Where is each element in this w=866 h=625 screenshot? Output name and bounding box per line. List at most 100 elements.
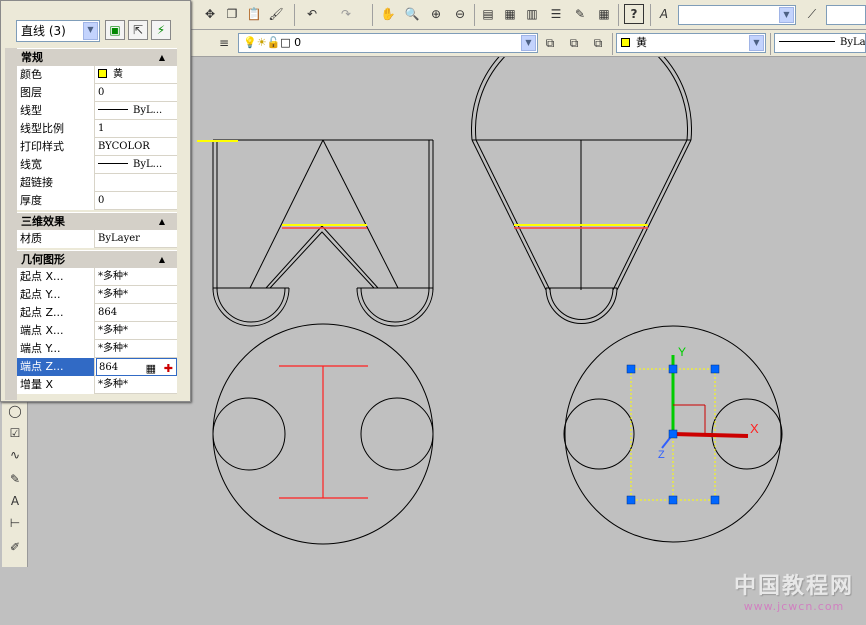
- property-row[interactable]: 起点 Y... *多种*: [17, 286, 177, 304]
- property-row[interactable]: 厚度 0: [17, 192, 177, 210]
- chevron-down-icon[interactable]: ▼: [83, 22, 98, 40]
- chevron-down-icon[interactable]: ▼: [749, 35, 764, 51]
- property-value[interactable]: *多种*: [96, 376, 177, 394]
- text-style-icon[interactable]: A: [654, 4, 674, 24]
- property-row[interactable]: 增量 X *多种*: [17, 376, 177, 394]
- property-row[interactable]: 图层 0: [17, 84, 177, 102]
- property-row[interactable]: 端点 Z... 864 ▦ ✚: [17, 358, 177, 376]
- linetype-preview: [98, 163, 128, 164]
- property-value[interactable]: 1: [96, 120, 177, 138]
- paste-icon[interactable]: 📋: [244, 4, 264, 24]
- left-funnel-shape[interactable]: [212, 139, 434, 327]
- property-row[interactable]: 打印样式 BYCOLOR: [17, 138, 177, 156]
- quick-select-icon[interactable]: ⚡: [151, 20, 171, 40]
- chevron-down-icon[interactable]: ▼: [521, 35, 536, 51]
- property-value-text: ByL...: [133, 159, 163, 170]
- category-header[interactable]: 常规 ▲: [17, 48, 177, 66]
- properties-icon[interactable]: ▤: [478, 4, 498, 24]
- help-icon[interactable]: ?: [624, 4, 644, 24]
- pan-icon[interactable]: ✥: [200, 4, 220, 24]
- ucs-z-label: Z: [658, 449, 665, 461]
- circle-tool-icon[interactable]: ◯: [5, 401, 25, 421]
- dim-style-icon[interactable]: ⟋: [802, 4, 822, 24]
- property-label: 材质: [17, 230, 95, 248]
- redo-icon[interactable]: ↷: [336, 4, 356, 24]
- make-layer-current-icon[interactable]: ⧉: [540, 33, 560, 53]
- properties-scrollbar[interactable]: [177, 48, 189, 400]
- match-properties-icon[interactable]: 🖌: [266, 4, 286, 24]
- property-value[interactable]: ByL...: [96, 156, 177, 174]
- properties-gutter: [5, 48, 17, 400]
- dim-style-combo[interactable]: [826, 5, 866, 25]
- color-combo[interactable]: 黄 ▼: [616, 33, 766, 53]
- property-value[interactable]: *多种*: [96, 340, 177, 358]
- pick-point-icon[interactable]: ✚: [164, 360, 173, 375]
- collapse-icon[interactable]: ▲: [159, 251, 165, 269]
- property-value[interactable]: 0: [96, 192, 177, 210]
- edit-icon[interactable]: ✐: [5, 537, 25, 557]
- property-value[interactable]: 黄: [96, 66, 177, 84]
- copy-icon[interactable]: ❐: [222, 4, 242, 24]
- property-value-text: *多种*: [98, 289, 128, 300]
- property-value[interactable]: *多种*: [96, 268, 177, 286]
- category-label: 几何图形: [21, 253, 65, 266]
- property-row[interactable]: 起点 Z... 864: [17, 304, 177, 322]
- text-tool-icon[interactable]: A: [5, 491, 25, 511]
- toggle-pickadd-icon[interactable]: ▣: [105, 20, 125, 40]
- property-value[interactable]: 864 ▦ ✚: [96, 358, 177, 376]
- property-value[interactable]: 0: [96, 84, 177, 102]
- right-cone-shape[interactable]: [471, 57, 692, 324]
- layer-manager-icon[interactable]: ≡: [214, 33, 234, 53]
- i-beam-symbol[interactable]: [279, 365, 368, 499]
- property-value-text: 864: [99, 362, 119, 373]
- calculator-icon[interactable]: ▦: [594, 4, 614, 24]
- property-row[interactable]: 线型比例 1: [17, 120, 177, 138]
- dimension-icon[interactable]: ⊢: [5, 513, 25, 533]
- pencil-icon[interactable]: ✎: [5, 469, 25, 489]
- realtime-pan-icon[interactable]: ✋: [378, 4, 398, 24]
- design-center-icon[interactable]: ▦: [500, 4, 520, 24]
- property-value[interactable]: ByL...: [96, 102, 177, 120]
- property-row[interactable]: 颜色 黄: [17, 66, 177, 84]
- collapse-icon[interactable]: ▲: [159, 213, 165, 231]
- property-value[interactable]: BYCOLOR: [96, 138, 177, 156]
- select-objects-icon[interactable]: ⇱: [128, 20, 148, 40]
- category-label: 常规: [21, 51, 43, 64]
- property-value[interactable]: 864: [96, 304, 177, 322]
- property-row[interactable]: 线宽 ByL...: [17, 156, 177, 174]
- property-row[interactable]: 起点 X... *多种*: [17, 268, 177, 286]
- zoom-realtime-icon[interactable]: 🔍: [402, 4, 422, 24]
- chevron-down-icon[interactable]: ▼: [779, 7, 794, 23]
- property-value[interactable]: *多种*: [96, 322, 177, 340]
- collapse-icon[interactable]: ▲: [159, 49, 165, 67]
- property-value-text: 0: [98, 87, 105, 98]
- undo-icon[interactable]: ↶: [302, 4, 322, 24]
- category-header[interactable]: 几何图形 ▲: [17, 250, 177, 268]
- revcloud-icon[interactable]: ☑: [5, 423, 25, 443]
- text-style-combo[interactable]: ▼: [678, 5, 796, 25]
- calculator-icon[interactable]: ▦: [146, 360, 156, 375]
- linetype-combo[interactable]: ByLa: [774, 33, 866, 53]
- category-header[interactable]: 三维效果 ▲: [17, 212, 177, 230]
- property-value[interactable]: [96, 174, 177, 192]
- watermark: 中国教程网 www.jcwcn.com: [734, 568, 854, 613]
- property-row[interactable]: 材质 ByLayer: [17, 230, 177, 248]
- zoom-window-icon[interactable]: ⊕: [426, 4, 446, 24]
- layer-states-icon[interactable]: ⧉: [588, 33, 608, 53]
- property-value[interactable]: ByLayer: [96, 230, 177, 248]
- sheet-set-icon[interactable]: ☰: [546, 4, 566, 24]
- tool-palettes-icon[interactable]: ▥: [522, 4, 542, 24]
- zoom-previous-icon[interactable]: ⊖: [450, 4, 470, 24]
- property-row[interactable]: 端点 Y... *多种*: [17, 340, 177, 358]
- object-type-combo[interactable]: 直线 (3) ▼: [16, 20, 100, 42]
- layer-combo[interactable]: 💡☀🔓□ 0 ▼: [238, 33, 538, 53]
- property-value[interactable]: *多种*: [96, 286, 177, 304]
- markup-icon[interactable]: ✎: [570, 4, 590, 24]
- property-value-text: 黄: [113, 69, 123, 80]
- layer-previous-icon[interactable]: ⧉: [564, 33, 584, 53]
- property-row[interactable]: 超链接: [17, 174, 177, 192]
- property-row[interactable]: 端点 X... *多种*: [17, 322, 177, 340]
- spline-icon[interactable]: ∿: [5, 445, 25, 465]
- property-row[interactable]: 线型 ByL...: [17, 102, 177, 120]
- property-label: 端点 Y...: [17, 340, 95, 358]
